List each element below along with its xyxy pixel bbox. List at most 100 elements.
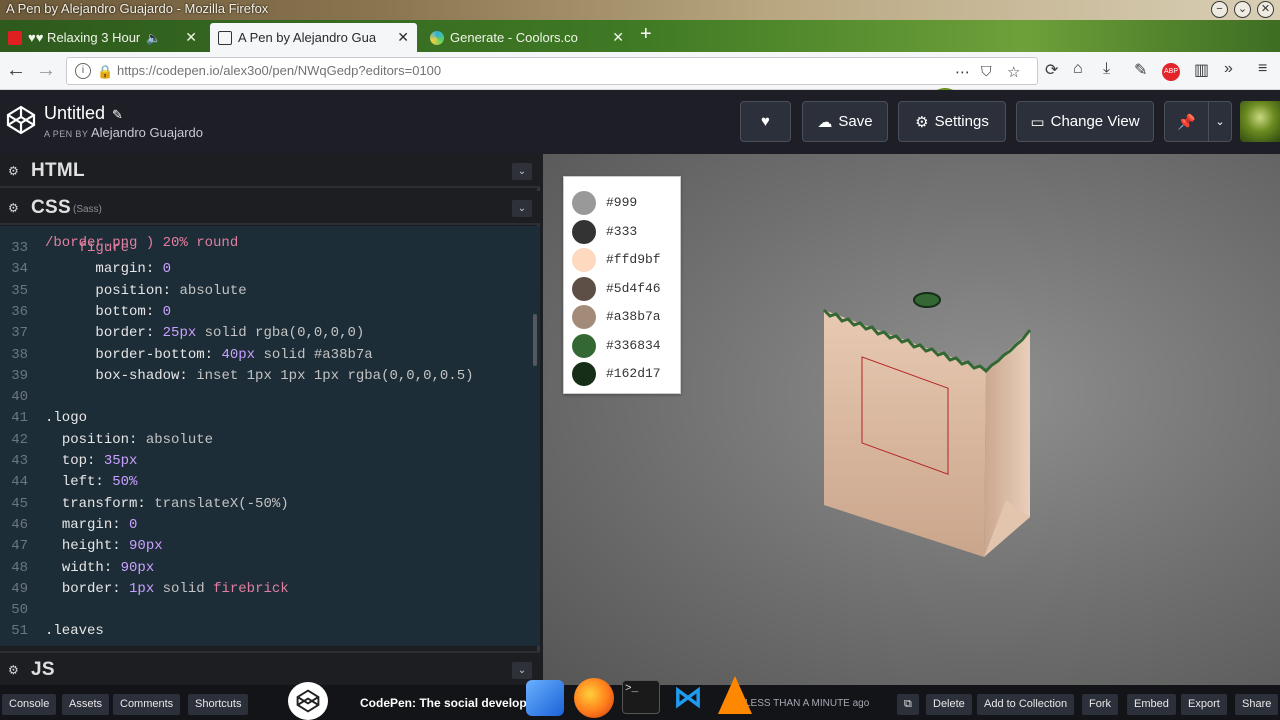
speaker-icon[interactable]: 🔈: [146, 31, 161, 45]
pocket-icon[interactable]: ⛉: [981, 63, 992, 80]
code-token: absolute: [179, 282, 247, 299]
embed-button[interactable]: Embed: [1127, 694, 1176, 715]
editor-panel: ⚙ HTML ⌄ ⚙ CSS (Sass) ⌄ /border.png ) 20…: [0, 154, 540, 685]
window-title: A Pen by Alejandro Guajardo - Mozilla Fi…: [6, 1, 269, 16]
gear-icon[interactable]: ⚙: [8, 164, 19, 178]
codepen-app-icon[interactable]: [288, 682, 328, 720]
sidebar-icon[interactable]: ▥: [1194, 60, 1209, 80]
settings-button[interactable]: ⚙ Settings: [898, 101, 1006, 142]
love-button[interactable]: ♥: [740, 101, 791, 142]
info-icon[interactable]: i: [75, 63, 91, 79]
firefox-icon[interactable]: [574, 678, 614, 718]
eyedropper-icon[interactable]: ✎: [1134, 60, 1147, 80]
codepen-logo-icon[interactable]: [6, 105, 36, 135]
refresh-icon[interactable]: ⟳: [1045, 60, 1058, 80]
minimize-icon[interactable]: −: [1211, 1, 1228, 18]
edit-pencil-icon[interactable]: ✎: [112, 107, 123, 122]
maximize-icon[interactable]: ⌄: [1234, 1, 1251, 18]
code-text: height: 90px: [45, 538, 163, 554]
lock-icon[interactable]: 🔒: [97, 64, 113, 80]
css-editor-header[interactable]: ⚙ CSS (Sass) ⌄: [0, 191, 540, 225]
export-button[interactable]: Export: [1181, 694, 1227, 715]
codepen-icon: [218, 30, 232, 45]
code-token: firebrick: [213, 580, 289, 597]
css-code-editor[interactable]: /border.png ) 20% round 33 figure 34 marg…: [0, 226, 540, 646]
line-number: 48: [11, 559, 28, 576]
bookmark-star-icon[interactable]: ☆: [1007, 63, 1020, 81]
fork-button[interactable]: Fork: [1082, 694, 1118, 715]
line-number: 35: [11, 282, 28, 299]
code-text: position: absolute: [45, 432, 213, 448]
shortcuts-button[interactable]: Shortcuts: [188, 694, 249, 715]
back-icon[interactable]: ←: [6, 59, 26, 82]
youtube-icon: [8, 30, 22, 45]
code-token: 50%: [112, 474, 138, 491]
gear-icon[interactable]: ⚙: [8, 201, 19, 215]
gear-icon: ⚙: [915, 113, 929, 131]
overflow-icon[interactable]: »: [1224, 60, 1233, 78]
color-hex-label: #5d4f46: [606, 280, 661, 296]
close-window-icon[interactable]: ✕: [1257, 1, 1274, 18]
new-tab-icon[interactable]: +: [640, 23, 652, 46]
page-actions-icon[interactable]: ⋯: [955, 63, 970, 81]
tab-close-icon[interactable]: ✕: [391, 29, 409, 46]
adblock-icon[interactable]: ABP: [1162, 63, 1180, 81]
code-token: height:: [61, 538, 130, 555]
comments-button[interactable]: Comments: [113, 694, 181, 715]
tab-close-icon[interactable]: ✕: [606, 29, 624, 46]
terminal-icon[interactable]: >_: [622, 680, 660, 714]
assets-button[interactable]: Assets: [62, 694, 110, 715]
code-token: box-shadow:: [95, 367, 197, 384]
tab-codepen[interactable]: A Pen by Alejandro Gua ✕: [210, 23, 417, 52]
console-button[interactable]: Console: [2, 694, 57, 715]
color-swatch: [572, 333, 596, 358]
vscode-icon[interactable]: ⋈: [670, 680, 706, 716]
cloud-icon: ☁: [817, 113, 833, 131]
tab-coolors[interactable]: Generate - Coolors.co ✕: [422, 23, 632, 52]
code-token: bottom:: [95, 303, 163, 320]
vlc-icon[interactable]: [718, 676, 752, 714]
pin-button[interactable]: 📌: [1164, 101, 1209, 142]
code-token: 25px: [162, 325, 197, 342]
chevron-down-icon[interactable]: ⌄: [512, 662, 532, 679]
pen-author: A PEN BY Alejandro Guajardo: [44, 125, 203, 140]
menu-icon[interactable]: ≡: [1258, 60, 1267, 78]
delete-button[interactable]: Delete: [926, 694, 972, 715]
finder-icon[interactable]: [526, 680, 564, 716]
tab-label: A Pen by Alejandro Gua: [238, 30, 377, 45]
url-text[interactable]: https://codepen.io/alex3o0/pen/NWqGedp?e…: [117, 63, 441, 78]
code-token: border:: [95, 325, 163, 342]
chevron-down-icon[interactable]: ⌄: [512, 163, 532, 180]
gear-icon[interactable]: ⚙: [8, 663, 19, 677]
url-bar[interactable]: i 🔒 https://codepen.io/alex3o0/pen/NWqGe…: [66, 57, 1038, 85]
tab-youtube[interactable]: ♥♥ Relaxing 3 Hour 🔈 ✕: [0, 23, 205, 52]
share-button[interactable]: Share: [1235, 694, 1279, 715]
external-link-icon[interactable]: ⧉: [897, 694, 919, 715]
chevron-down-icon[interactable]: ⌄: [512, 200, 532, 217]
code-text: border: 1px solid firebrick: [45, 581, 289, 597]
editor-scrollbar[interactable]: [533, 314, 537, 366]
avatar[interactable]: [1240, 101, 1280, 142]
forward-icon[interactable]: →: [36, 59, 56, 82]
save-button[interactable]: ☁ Save: [802, 101, 888, 142]
code-token: solid rgba(0,0,0,0): [196, 325, 365, 342]
html-editor-header[interactable]: ⚙ HTML ⌄: [0, 154, 540, 188]
pin-dropdown-button[interactable]: ⌄: [1208, 101, 1232, 142]
js-editor-header[interactable]: ⚙ JS ⌄: [0, 651, 540, 685]
download-icon[interactable]: ⤓: [1103, 60, 1110, 78]
color-swatch: [572, 248, 596, 272]
color-hex-label: #a38b7a: [606, 309, 661, 324]
pen-title-text[interactable]: Untitled: [44, 103, 105, 123]
add-to-collection-button[interactable]: Add to Collection: [977, 694, 1075, 715]
home-icon[interactable]: ⌂: [1073, 60, 1083, 78]
pen-title[interactable]: Untitled ✎: [44, 103, 123, 124]
change-view-button[interactable]: ▭ Change View: [1016, 101, 1154, 142]
author-link[interactable]: Alejandro Guajardo: [91, 125, 203, 140]
code-token: left:: [61, 474, 113, 491]
tab-close-icon[interactable]: ✕: [179, 29, 197, 46]
taskbar-window-title: CodePen: The social developm: [360, 696, 538, 710]
save-label: Save: [838, 113, 873, 130]
